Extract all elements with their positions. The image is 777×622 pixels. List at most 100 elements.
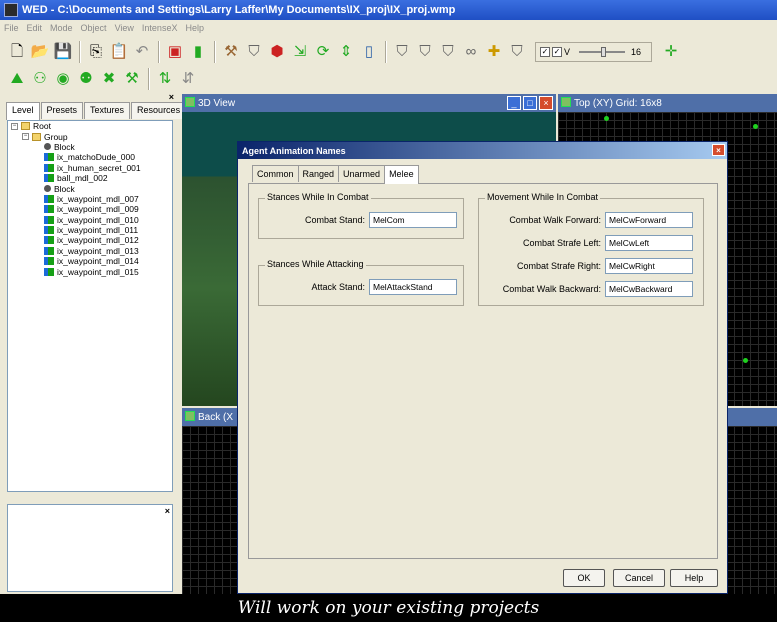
tree-node[interactable]: ix_waypoint_mdl_007: [8, 194, 172, 204]
import-icon[interactable]: ⇅: [154, 68, 176, 90]
new-file-icon[interactable]: 🗋: [6, 41, 28, 63]
collapse-icon[interactable]: −: [11, 122, 18, 130]
object-props-icon[interactable]: ⛉: [506, 41, 528, 63]
combat-stand-input[interactable]: [369, 212, 457, 228]
scale-icon[interactable]: ⇕: [335, 41, 357, 63]
folder-icon: [21, 122, 30, 131]
tab-resources[interactable]: Resources: [131, 102, 187, 119]
tab-melee[interactable]: Melee: [384, 165, 419, 184]
cross-icon[interactable]: ✖: [98, 68, 120, 90]
save-icon[interactable]: 💾: [52, 41, 74, 63]
strafe-left-input[interactable]: [605, 235, 693, 251]
combat-stand-label: Combat Stand:: [304, 215, 365, 225]
panel-close-icon[interactable]: ×: [169, 92, 174, 102]
agent-animation-names-dialog: Agent Animation Names × Common Ranged Un…: [237, 141, 728, 594]
tree-node[interactable]: ix_matchoDude_000: [8, 152, 172, 162]
tab-common[interactable]: Common: [252, 165, 299, 182]
menu-mode[interactable]: Mode: [50, 23, 73, 33]
wed-application-window: WED - C:\Documents and Settings\Larry La…: [0, 0, 777, 594]
tree-node[interactable]: Block: [8, 183, 172, 194]
paste-icon[interactable]: 📋: [108, 41, 130, 63]
grid-point[interactable]: [604, 116, 609, 121]
undo-icon[interactable]: ↶: [131, 41, 153, 63]
mesh-icon: [44, 163, 54, 172]
menu-view[interactable]: View: [115, 23, 134, 33]
walk-forward-label: Combat Walk Forward:: [509, 215, 601, 225]
ok-button[interactable]: OK: [563, 569, 605, 587]
tool-icon[interactable]: ⚒: [121, 68, 143, 90]
strafe-right-input[interactable]: [605, 258, 693, 274]
properties-panel: ×: [7, 504, 173, 592]
tree-node[interactable]: ball_mdl_002: [8, 173, 172, 183]
add-object-icon[interactable]: ✚: [483, 41, 505, 63]
link-icon[interactable]: ∞: [460, 41, 482, 63]
grid-point[interactable]: [753, 124, 758, 129]
tree-node-root[interactable]: − Root: [8, 121, 172, 131]
camera-icon[interactable]: ⚉: [75, 68, 97, 90]
tree-node[interactable]: ix_waypoint_mdl_013: [8, 246, 172, 256]
tab-ranged[interactable]: Ranged: [297, 165, 340, 182]
close-icon[interactable]: ×: [539, 96, 553, 110]
shield-icon[interactable]: ⛉: [243, 41, 265, 63]
cube-icon[interactable]: ⬢: [266, 41, 288, 63]
tree-node[interactable]: ix_waypoint_mdl_012: [8, 235, 172, 245]
block-icon[interactable]: ▯: [358, 41, 380, 63]
move-icon[interactable]: ⇲: [289, 41, 311, 63]
viewport-title: Top (XY) Grid: 16x8: [574, 97, 662, 109]
strafe-left-row: Combat Strafe Left:: [483, 235, 693, 251]
tree-node[interactable]: ix_waypoint_mdl_010: [8, 215, 172, 225]
copy-icon[interactable]: ⎘: [85, 41, 107, 63]
help-button[interactable]: Help: [670, 569, 718, 587]
title-bar: WED - C:\Documents and Settings\Larry La…: [0, 0, 777, 20]
menu-intensex[interactable]: IntenseX: [142, 23, 178, 33]
menu-edit[interactable]: Edit: [27, 23, 43, 33]
minimize-icon[interactable]: _: [507, 96, 521, 110]
group-icon[interactable]: ⚇: [29, 68, 51, 90]
grid-point[interactable]: [743, 358, 748, 363]
tab-presets[interactable]: Presets: [40, 102, 84, 119]
view-front-icon[interactable]: ⛉: [414, 41, 436, 63]
grid-size-slider[interactable]: [579, 46, 626, 57]
tree-node[interactable]: ix_waypoint_mdl_014: [8, 256, 172, 266]
tree-node[interactable]: ix_waypoint_mdl_011: [8, 225, 172, 235]
crosshair-icon[interactable]: ✛: [660, 41, 682, 63]
export-icon[interactable]: ⇵: [177, 68, 199, 90]
view-top-icon[interactable]: ⛉: [391, 41, 413, 63]
attack-stand-input[interactable]: [369, 279, 457, 295]
rotate-icon[interactable]: ⟳: [312, 41, 334, 63]
tab-textures[interactable]: Textures: [84, 102, 131, 119]
sphere-icon[interactable]: ◉: [52, 68, 74, 90]
dialog-close-icon[interactable]: ×: [712, 144, 725, 156]
tab-level[interactable]: Level: [6, 102, 40, 120]
slider-label: V: [564, 46, 571, 57]
select-tool-icon[interactable]: ⚒: [220, 41, 242, 63]
grid-checkbox[interactable]: ✓: [552, 46, 562, 57]
properties-close-icon[interactable]: ×: [165, 506, 170, 516]
tree-node[interactable]: ix_waypoint_mdl_009: [8, 204, 172, 214]
toolbar-separator: [385, 40, 387, 63]
grid-size-value: 16: [631, 46, 642, 57]
view-side-icon[interactable]: ⛉: [437, 41, 459, 63]
walk-forward-input[interactable]: [605, 212, 693, 228]
tree-node[interactable]: ix_waypoint_mdl_015: [8, 266, 172, 277]
snap-checkbox[interactable]: ✓: [540, 46, 550, 57]
menu-help[interactable]: Help: [185, 23, 204, 33]
menu-object[interactable]: Object: [81, 23, 107, 33]
maximize-icon[interactable]: □: [523, 96, 537, 110]
menu-file[interactable]: File: [4, 23, 19, 33]
movement-combat-group: Movement While In Combat Combat Walk For…: [478, 192, 704, 306]
cancel-button[interactable]: Cancel: [613, 569, 665, 587]
app-icon: [4, 3, 18, 17]
tree-node[interactable]: Block: [8, 142, 172, 152]
slider-thumb[interactable]: [601, 46, 607, 57]
walk-backward-input[interactable]: [605, 281, 693, 297]
collapse-icon[interactable]: −: [22, 133, 29, 141]
tab-unarmed[interactable]: Unarmed: [338, 165, 386, 182]
terrain-icon[interactable]: ⛰: [6, 68, 28, 90]
run-icon[interactable]: ▮: [187, 41, 209, 63]
build-icon[interactable]: ▣: [164, 41, 186, 63]
tree-node[interactable]: ix_human_secret_001: [8, 163, 172, 173]
open-folder-icon[interactable]: 📂: [29, 41, 51, 63]
project-panel: × Level Presets Textures Resources − Roo…: [2, 92, 187, 594]
tree-node-group[interactable]: − Group: [8, 131, 172, 142]
